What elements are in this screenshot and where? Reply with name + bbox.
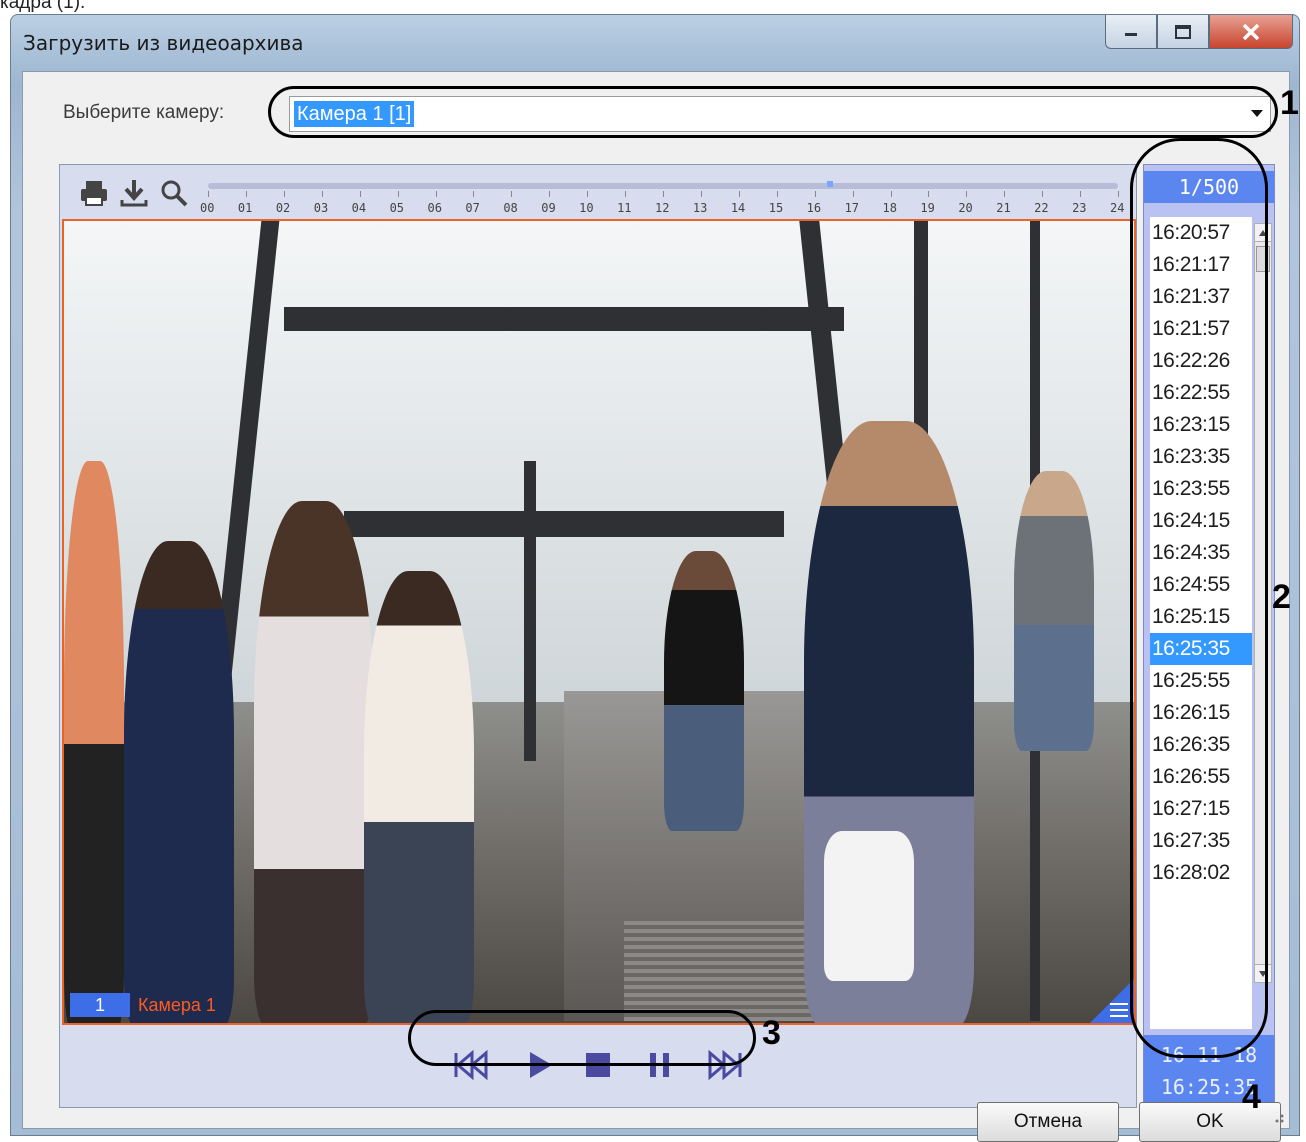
timeline-hour-tick bbox=[700, 191, 702, 197]
annotation-ellipse-1 bbox=[268, 86, 1278, 138]
annotation-ellipse-3 bbox=[408, 1010, 756, 1066]
timeline-position-marker[interactable] bbox=[826, 181, 833, 187]
timeline-slider[interactable] bbox=[208, 181, 1118, 189]
annotation-number-1: 1 bbox=[1280, 84, 1299, 122]
timeline-hour-label: 22 bbox=[1034, 201, 1049, 215]
timeline-hour-tick bbox=[245, 191, 247, 197]
video-player: 00 01 02 03 04 05 06 07 08 09 10 11 12 13 14 15 16 17 18 19… bbox=[59, 164, 1137, 1108]
cancel-button[interactable]: Отмена bbox=[977, 1102, 1119, 1142]
annotation-number-4: 4 bbox=[1242, 1078, 1261, 1116]
timeline-hour-tick bbox=[549, 191, 551, 197]
camera-name-label: Камера 1 bbox=[138, 995, 216, 1015]
timeline-hour-label: 05 bbox=[389, 201, 405, 215]
timeline-hour-tick bbox=[473, 191, 475, 197]
timeline-hour-tick bbox=[283, 191, 285, 197]
printer-icon[interactable] bbox=[78, 177, 110, 209]
timeline-hour-tick bbox=[208, 191, 209, 197]
timeline-hour-tick bbox=[359, 191, 361, 197]
player-toolbar bbox=[78, 177, 190, 209]
frame-post bbox=[524, 461, 536, 761]
timeline-hour-tick bbox=[1004, 191, 1006, 197]
timeline-hour-tick bbox=[852, 191, 854, 197]
page-caption: кадра (1). bbox=[0, 0, 86, 13]
person-figure bbox=[64, 461, 124, 1023]
maximize-button[interactable] bbox=[1157, 15, 1209, 49]
timeline-hour-label: 17 bbox=[844, 201, 860, 215]
timeline-hour-tick bbox=[1042, 191, 1044, 197]
annotation-number-2: 2 bbox=[1272, 578, 1291, 616]
person-figure bbox=[124, 541, 234, 1023]
timeline-hour-label: 23 bbox=[1072, 201, 1087, 215]
timeline-hour-label: 09 bbox=[541, 201, 556, 215]
video-frame[interactable]: 1 Камера 1 bbox=[62, 219, 1136, 1025]
shopping-bag bbox=[824, 831, 914, 981]
dialog-window: Загрузить из видеоархива Выберите камеру… bbox=[10, 14, 1300, 1142]
timeline-hour-label: 00 bbox=[200, 201, 215, 215]
title-bar[interactable]: Загрузить из видеоархива bbox=[11, 15, 1299, 71]
timeline-hour-label: 18 bbox=[882, 201, 897, 215]
timeline-hour-label: 07 bbox=[465, 201, 480, 215]
timeline-hour-label: 08 bbox=[503, 201, 518, 215]
minimize-button[interactable] bbox=[1105, 15, 1157, 49]
timeline-hour-label: 13 bbox=[692, 201, 708, 215]
timeline-hour-tick bbox=[1118, 191, 1119, 197]
camera-number-badge: 1 bbox=[70, 993, 130, 1017]
timeline-hour-tick bbox=[321, 191, 323, 197]
annotation-number-3: 3 bbox=[762, 1014, 781, 1052]
timeline-hour-tick bbox=[435, 191, 437, 197]
timeline-hour-label: 06 bbox=[427, 201, 442, 215]
timeline-hour-label: 15 bbox=[768, 201, 784, 215]
resize-grip-icon[interactable] bbox=[1271, 1110, 1285, 1124]
timeline-hour-tick bbox=[587, 191, 589, 197]
timeline-hour-tick bbox=[814, 191, 816, 197]
timeline-hour-label: 14 bbox=[730, 201, 746, 215]
minimize-icon bbox=[1125, 32, 1137, 36]
person-figure bbox=[1014, 471, 1094, 751]
timeline-hour-label: 12 bbox=[655, 201, 670, 215]
timeline-hour-label: 03 bbox=[313, 201, 329, 215]
timeline-hour-tick bbox=[511, 191, 513, 197]
timeline-hour-tick bbox=[928, 191, 930, 197]
timeline-hour-label: 20 bbox=[958, 201, 973, 215]
zoom-icon[interactable] bbox=[158, 177, 190, 209]
person-figure bbox=[664, 551, 744, 831]
close-icon bbox=[1242, 23, 1260, 40]
close-button[interactable] bbox=[1209, 15, 1293, 49]
timeline-hour-tick bbox=[966, 191, 968, 197]
timeline-hour-tick bbox=[738, 191, 740, 197]
timeline-hour-label: 01 bbox=[237, 201, 253, 215]
timeline-hour-tick bbox=[776, 191, 778, 197]
window-title: Загрузить из видеоархива bbox=[23, 31, 304, 55]
person-figure bbox=[364, 571, 474, 1023]
timeline-hour-tick bbox=[890, 191, 892, 197]
timeline-hour-tick bbox=[397, 191, 399, 197]
timeline-hour-label: 24 bbox=[1110, 201, 1125, 215]
frame-beam bbox=[344, 511, 784, 537]
timeline-hour-label: 21 bbox=[996, 201, 1011, 215]
timeline-hour-label: 04 bbox=[351, 201, 367, 215]
annotation-ellipse-2 bbox=[1130, 138, 1268, 1058]
timeline-hour-tick bbox=[625, 191, 627, 197]
dialog-client-area: Выберите камеру: Камера 1 [1] 00 01 02 0… bbox=[22, 71, 1290, 1142]
timeline-hour-label: 02 bbox=[275, 201, 291, 215]
timeline-hour-label: 11 bbox=[617, 201, 632, 215]
frame-beam bbox=[284, 307, 844, 331]
timeline-hour-label: 16 bbox=[806, 201, 822, 215]
download-icon[interactable] bbox=[118, 177, 150, 209]
window-controls bbox=[1105, 15, 1293, 49]
person-figure bbox=[254, 501, 374, 1023]
menu-icon[interactable] bbox=[1110, 1003, 1128, 1017]
timeline-hour-label: 10 bbox=[579, 201, 594, 215]
timeline-hour-tick bbox=[663, 191, 664, 197]
timeline-hour-tick bbox=[1080, 191, 1082, 197]
camera-select-label: Выберите камеру: bbox=[63, 102, 225, 123]
timeline-hour-label: 19 bbox=[920, 201, 935, 215]
maximize-icon bbox=[1175, 24, 1191, 39]
